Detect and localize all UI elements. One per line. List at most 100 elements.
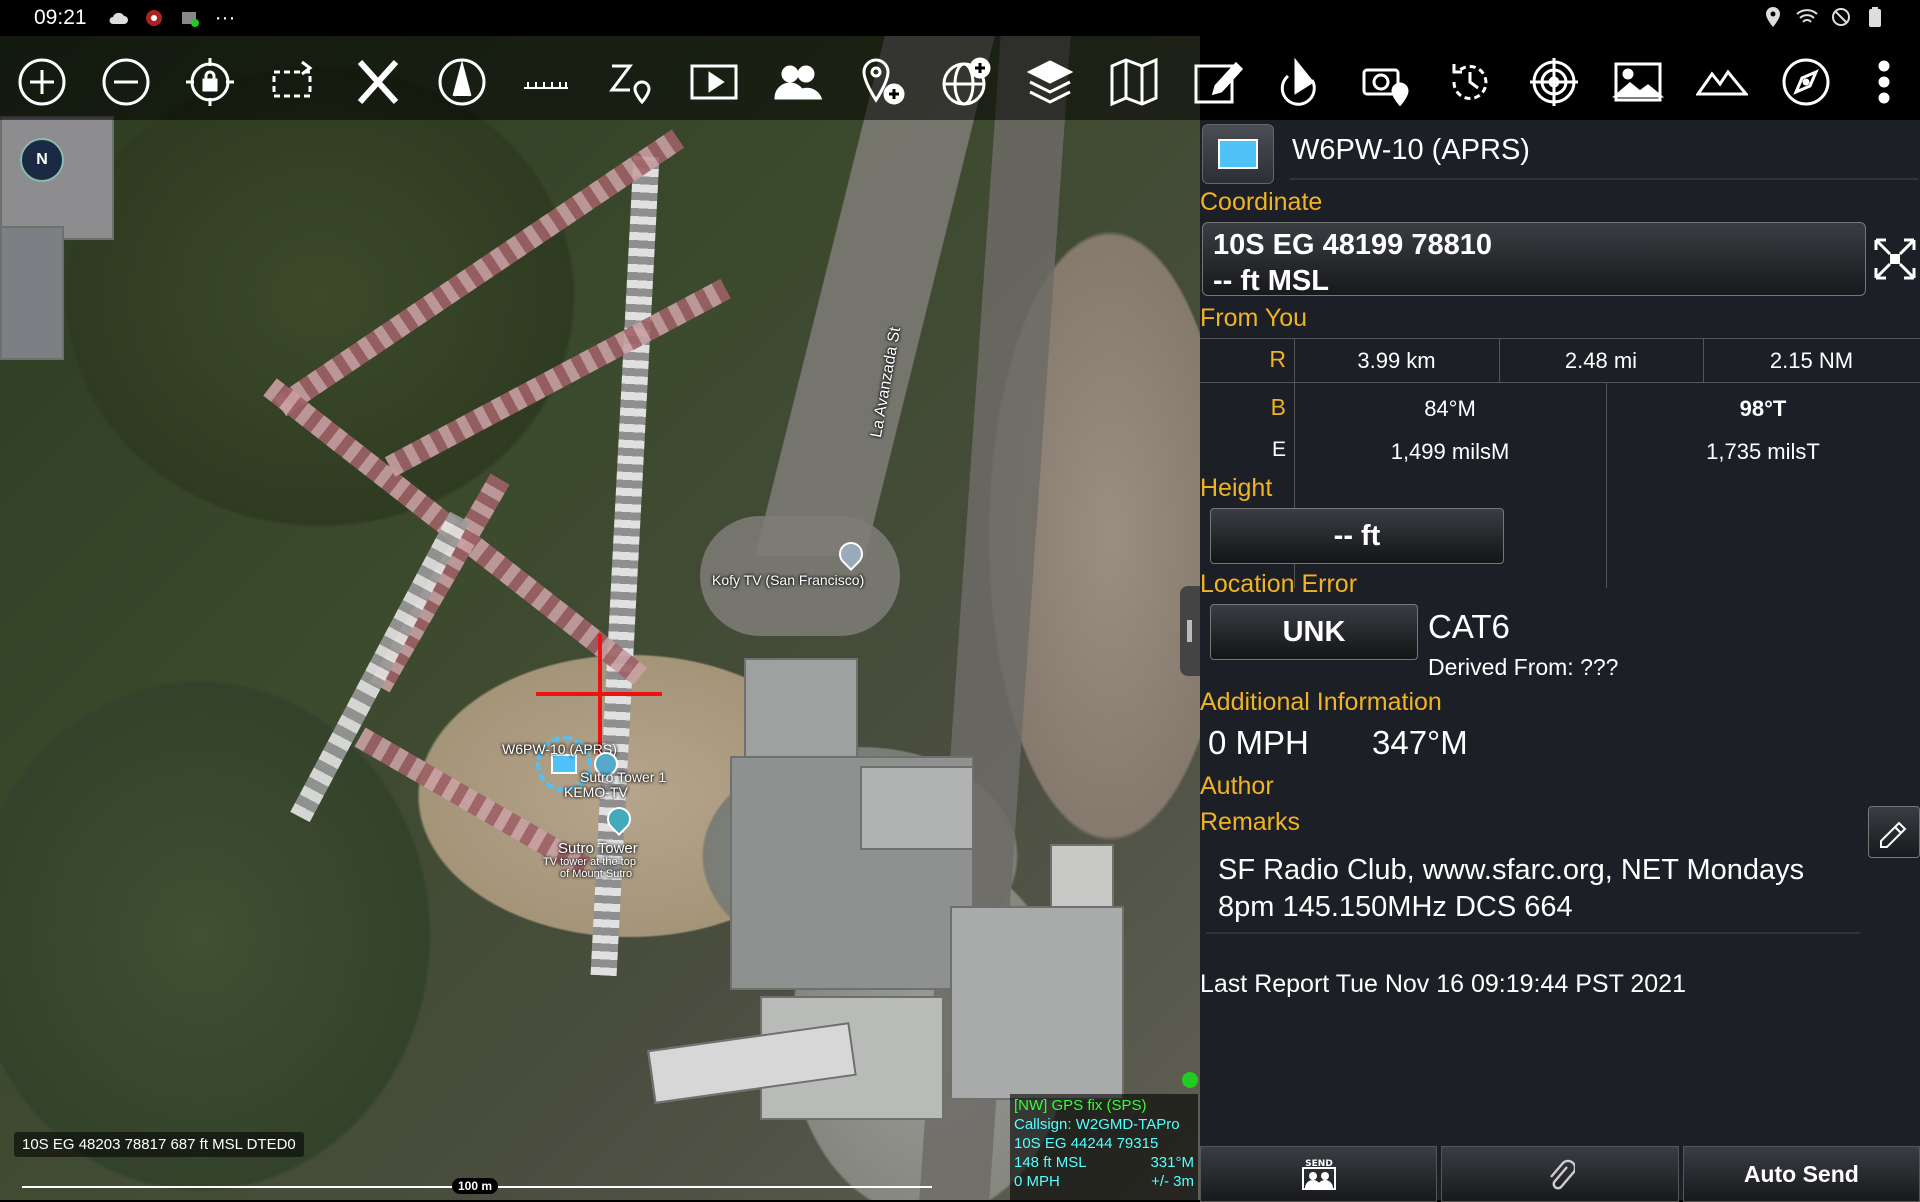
poi-sutro-desc: TV tower at the top (543, 856, 636, 868)
wifi-icon (1796, 6, 1818, 28)
app-status-icon (179, 7, 201, 29)
gallery-button[interactable] (1606, 50, 1670, 114)
marker-type-button[interactable] (1202, 124, 1274, 184)
speed-value: 0 MPH (1208, 724, 1309, 761)
gps-speed-error: 0 MPH +/- 3m (1014, 1173, 1194, 1190)
play-button[interactable] (682, 50, 746, 114)
lock-on-self-button[interactable] (178, 50, 242, 114)
send-contacts-icon: SEND (1301, 1159, 1336, 1190)
panel-drag-handle[interactable] (1180, 586, 1200, 676)
map-view[interactable]: La Avanzada St Kofy TV (San Francisco) W… (0, 36, 1200, 1200)
add-point-button[interactable] (850, 50, 914, 114)
route-button[interactable] (1270, 50, 1334, 114)
paperclip-icon (1550, 1159, 1575, 1190)
gps-coordinate: 10S EG 44244 79315 (1014, 1135, 1159, 1152)
divider (1200, 338, 1920, 339)
from-you-label: From You (1200, 304, 1308, 332)
remarks-label: Remarks (1200, 808, 1301, 836)
edit-remarks-button[interactable] (1868, 806, 1920, 858)
z-marker-button[interactable] (598, 50, 662, 114)
gps-status-dot (1182, 1072, 1198, 1088)
compass-icon (1782, 58, 1830, 106)
gps-callsign: Callsign: W2GMD-TAPro (1014, 1116, 1180, 1133)
maps-button[interactable] (1102, 50, 1166, 114)
expand-icon[interactable] (1872, 236, 1918, 282)
derived-from: Derived From: ??? (1428, 654, 1619, 680)
status-bar: 09:21 ··· (0, 0, 1920, 36)
gps-altitude-bearing: 148 ft MSL 331°M (1014, 1154, 1194, 1171)
target-icon (1530, 58, 1578, 106)
terrain-icon (1696, 69, 1748, 96)
cloud-icon (107, 7, 129, 29)
camera-pin-button[interactable] (1354, 50, 1418, 114)
bearing-magnetic: 84°M (1424, 396, 1476, 421)
compass-letter: N (36, 151, 48, 168)
location-error-button[interactable]: UNK (1210, 604, 1418, 660)
overflow-menu-button[interactable] (1852, 50, 1916, 114)
gps-status-box[interactable]: [NW] GPS fix (SPS) Callsign: W2GMD-TAPro… (1010, 1094, 1198, 1200)
contacts-icon (774, 65, 823, 100)
bearing-label: B (1270, 394, 1286, 420)
measure-button[interactable] (514, 50, 578, 114)
range-label: R (1269, 346, 1286, 372)
crosshair-vertical (598, 634, 602, 758)
poi-kofy-label[interactable]: Kofy TV (San Francisco) (712, 572, 864, 588)
elevation-button[interactable] (1690, 50, 1754, 114)
height-button[interactable]: -- ft (1210, 508, 1504, 564)
compass-button[interactable] (1774, 50, 1838, 114)
more-notifications-icon: ··· (214, 6, 236, 29)
send-button[interactable]: SEND (1200, 1146, 1438, 1202)
edit-button[interactable] (1186, 50, 1250, 114)
scale-label: 100 m (452, 1178, 499, 1194)
pencil-icon (1880, 821, 1907, 848)
tracks-button[interactable] (430, 50, 494, 114)
remarks-line: SF Radio Club, www.sfarc.org, NET Monday… (1218, 854, 1805, 886)
range-km: 3.99 km (1357, 348, 1436, 373)
building (744, 658, 858, 762)
history-button[interactable] (1438, 50, 1502, 114)
mils-true: 1,735 milsT (1706, 439, 1820, 464)
target-button[interactable] (1522, 50, 1586, 114)
more-vertical-icon (1878, 60, 1890, 104)
globe-add-button[interactable] (934, 50, 998, 114)
cursor-coordinate-readout: 10S EG 48203 78817 687 ft MSL DTED0 (14, 1132, 304, 1157)
elevation-label: E (1271, 438, 1286, 461)
bearing-true: 98°T (1739, 396, 1787, 421)
route-flag-icon (1280, 57, 1316, 106)
attach-button[interactable] (1441, 1146, 1679, 1202)
edit-icon (1194, 61, 1244, 104)
zoom-in-button[interactable] (10, 50, 74, 114)
ruler-icon (524, 82, 568, 89)
layers-icon (1026, 60, 1074, 104)
layers-button[interactable] (1018, 50, 1082, 114)
poi-kemo-label[interactable]: KEMO-TV (564, 784, 628, 800)
coordinate-value: 10S EG 48199 78810 (1213, 229, 1492, 261)
auto-send-button[interactable]: Auto Send (1682, 1146, 1920, 1202)
poi-sutro-desc: of Mount Sutro (560, 868, 633, 880)
globe-add-icon (942, 57, 991, 106)
range-nm: 2.15 NM (1769, 348, 1854, 373)
poi-sutro-label[interactable]: Sutro Tower (558, 840, 638, 857)
close-tool-button[interactable] (346, 50, 410, 114)
callsign-title[interactable]: W6PW-10 (APRS) (1292, 134, 1530, 167)
bottom-actions: SEND Auto Send (1200, 1146, 1920, 1202)
building (950, 906, 1124, 1100)
north-compass-icon[interactable]: N (20, 138, 64, 182)
zoom-out-button[interactable] (94, 50, 158, 114)
image-icon (1612, 62, 1664, 102)
divider (1206, 932, 1860, 934)
close-x-icon (357, 59, 399, 105)
zoom-out-icon (102, 58, 150, 106)
location-error-label: Location Error (1200, 570, 1358, 598)
zoom-in-icon (18, 58, 66, 106)
author-label: Author (1200, 772, 1274, 800)
contacts-button[interactable] (766, 50, 830, 114)
coordinate-button[interactable]: 10S EG 48199 78810 -- ft MSL (1202, 222, 1866, 297)
remarks-text[interactable]: SF Radio Club, www.sfarc.org, NET Monday… (1218, 852, 1858, 926)
do-not-disturb-icon (1830, 6, 1852, 28)
course-value: 347°M (1372, 724, 1468, 761)
rotate-map-button[interactable] (262, 50, 326, 114)
clock: 09:21 (34, 6, 87, 29)
divider (1200, 382, 1920, 383)
poi-sutro1-label[interactable]: Sutro Tower 1 (580, 769, 666, 785)
